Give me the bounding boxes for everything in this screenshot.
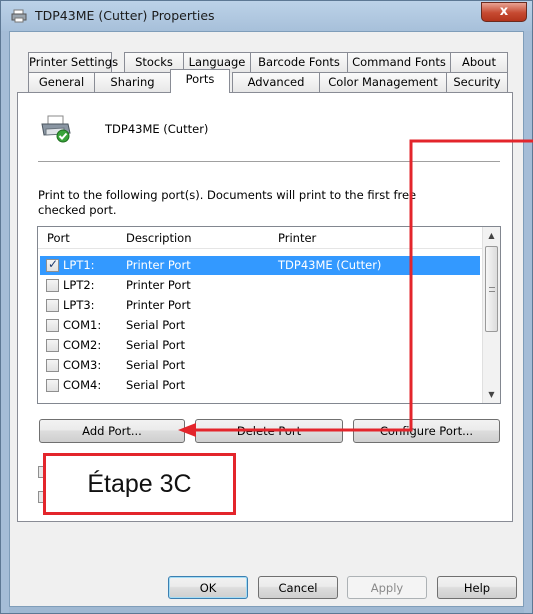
port-name: LPT1: [63,258,95,272]
port-description: Printer Port [126,298,191,312]
port-checkbox-com4[interactable] [46,379,59,392]
printer-name: TDP43ME (Cutter) [105,122,209,136]
port-row-lpt3[interactable]: LPT3: Printer Port [40,296,480,315]
port-row-lpt2[interactable]: LPT2: Printer Port [40,276,480,295]
port-checkbox-com1[interactable] [46,319,59,332]
port-checkbox-com3[interactable] [46,359,59,372]
tab-sharing[interactable]: Sharing [94,72,171,93]
close-icon: x [499,4,509,19]
tab-general[interactable]: General [28,72,95,93]
port-row-com2[interactable]: COM2: Serial Port [40,336,480,355]
tab-command-fonts[interactable]: Command Fonts [347,52,451,73]
tab-row-bottom: General Sharing Ports Advanced Color Man… [28,69,518,94]
ports-description-line2: checked port. [38,203,117,217]
printer-icon [11,9,27,23]
port-checkbox-lpt3[interactable] [46,299,59,312]
scroll-thumb[interactable] [485,246,498,332]
port-list[interactable]: Port Description Printer LPT1: Printer P… [37,226,501,404]
column-header-description[interactable]: Description [126,231,192,245]
tab-advanced[interactable]: Advanced [232,72,320,93]
window-frame-left [1,31,9,613]
tab-ports[interactable]: Ports [170,69,230,93]
ok-button[interactable]: OK [168,576,248,599]
cancel-button[interactable]: Cancel [258,576,338,599]
window-frame-right [524,31,532,613]
port-checkbox-lpt1[interactable] [46,257,59,272]
port-description: Serial Port [126,358,185,372]
port-row-com4[interactable]: COM4: Serial Port [40,376,480,395]
port-name: COM1: [63,318,102,332]
port-list-scrollbar[interactable]: ▲ ▼ [482,227,500,403]
port-name: COM4: [63,378,102,392]
port-name: COM3: [63,358,102,372]
port-description: Printer Port [126,278,191,292]
port-printer: TDP43ME (Cutter) [278,258,382,272]
title-bar[interactable]: TDP43ME (Cutter) Properties x [1,1,532,31]
column-header-port[interactable]: Port [47,231,70,245]
annotation-step-box: Étape 3C [43,453,236,515]
scroll-grip-icon [489,287,495,292]
tab-security[interactable]: Security [446,72,508,93]
port-name: LPT2: [63,278,95,292]
port-row-com1[interactable]: COM1: Serial Port [40,316,480,335]
ports-description-line1: Print to the following port(s). Document… [38,188,417,202]
ports-description: Print to the following port(s). Document… [38,188,418,218]
scroll-up-arrow-icon[interactable]: ▲ [483,227,500,244]
port-description: Serial Port [126,338,185,352]
scroll-down-arrow-icon[interactable]: ▼ [483,386,500,403]
port-name: COM2: [63,338,102,352]
port-row-com3[interactable]: COM3: Serial Port [40,356,480,375]
tab-color-management[interactable]: Color Management [319,72,447,93]
separator-line [38,161,500,162]
tab-printer-settings[interactable]: Printer Settings [28,52,118,73]
add-port-button[interactable]: Add Port... [39,419,185,443]
port-checkbox-com2[interactable] [46,339,59,352]
column-header-printer[interactable]: Printer [278,231,316,245]
delete-port-button[interactable]: Delete Port [195,419,343,443]
printer-ok-icon [41,115,71,143]
configure-port-button[interactable]: Configure Port... [353,419,500,443]
port-list-header: Port Description Printer [38,227,482,249]
tab-barcode-fonts[interactable]: Barcode Fonts [250,52,348,73]
annotation-step-label: Étape 3C [87,470,192,498]
tab-row-top: Printer Settings Stocks Language Barcode… [28,52,518,74]
window-title: TDP43ME (Cutter) Properties [35,8,215,23]
help-button[interactable]: Help [437,576,517,599]
port-checkbox-lpt2[interactable] [46,279,59,292]
close-button[interactable]: x [481,2,527,22]
apply-button[interactable]: Apply [347,576,427,599]
port-description: Serial Port [126,378,185,392]
port-name: LPT3: [63,298,95,312]
port-description: Serial Port [126,318,185,332]
port-row-lpt1[interactable]: LPT1: Printer Port TDP43ME (Cutter) [40,256,480,275]
tab-about[interactable]: About [450,52,508,73]
port-description: Printer Port [126,258,191,272]
